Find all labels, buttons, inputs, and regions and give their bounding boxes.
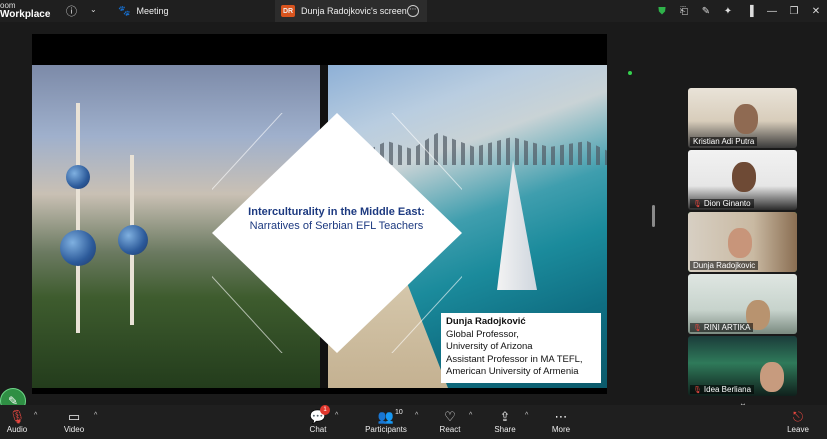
annotate-icon[interactable]: ✎ — [695, 6, 717, 17]
participant-name-label: 🎙 RINI ARTIKA — [690, 323, 754, 332]
video-camera-icon: ▭ — [67, 409, 81, 424]
video-tile[interactable]: Kristian Adi Putra — [688, 88, 797, 148]
more-options-icon[interactable]: ⋯ — [407, 5, 419, 17]
app-logo: oom Workplace — [0, 1, 51, 20]
tower-sphere — [118, 225, 148, 255]
more-icon: ⋯ — [554, 409, 568, 424]
resize-handle[interactable] — [652, 205, 655, 227]
sparkle-icon[interactable]: ✦ — [717, 6, 739, 17]
participants-count: 10 — [395, 409, 403, 416]
mic-muted-icon: 🎙 — [693, 386, 702, 394]
window-controls: ⛊ ⎗ ✎ ✦ ▐ — ❐ ✕ — [651, 0, 827, 22]
video-tile[interactable]: 🎙 RINI ARTIKA — [688, 274, 797, 334]
heart-icon: ♡ — [444, 409, 456, 424]
restore-icon[interactable]: ❐ — [783, 6, 805, 17]
video-options-caret[interactable]: ^ — [94, 412, 97, 419]
participant-gallery: Kristian Adi Putra 🎙 Dion Ginanto Dunja R… — [688, 88, 798, 410]
info-icon[interactable]: ⓘ — [66, 3, 77, 19]
share-options-caret[interactable]: ^ — [525, 412, 528, 419]
presenter-line: University of Arizona — [446, 341, 533, 352]
react-options-caret[interactable]: ^ — [469, 412, 472, 419]
tab-screen-label: Dunja Radojkovic's screen — [301, 6, 407, 16]
presenter-line: American University of Armenia — [446, 366, 579, 377]
layout-icon[interactable]: ▐ — [739, 6, 761, 17]
video-button[interactable]: ▭ Video — [62, 408, 86, 434]
share-screen-icon: ⇪ — [499, 409, 511, 424]
tower-sphere — [66, 165, 90, 189]
shield-icon[interactable]: ⛊ — [651, 6, 673, 17]
presenter-info-box: Dunja Radojković Global Professor, Unive… — [441, 313, 601, 383]
tower-shape — [76, 103, 80, 333]
audio-button[interactable]: 🎙 Audio — [6, 408, 28, 434]
slide-title: Interculturality in the Middle East: Nar… — [248, 206, 425, 232]
participant-name-label: Kristian Adi Putra — [690, 137, 758, 146]
meeting-toolbar: 🎙 Audio ^ ▭ Video ^ 💬 Chat 1 ^ 👥 Partici… — [0, 405, 827, 439]
participant-video — [734, 104, 758, 134]
participant-video — [728, 228, 752, 258]
participants-options-caret[interactable]: ^ — [415, 412, 418, 419]
leave-icon: ⎋ — [792, 409, 804, 424]
close-icon[interactable]: ✕ — [805, 6, 827, 17]
participant-video — [732, 162, 756, 192]
tower-sphere — [60, 230, 96, 266]
tab-shared-screen[interactable]: DR Dunja Radojkovic's screen ⋯ — [275, 0, 427, 22]
paw-icon: 🐾 — [118, 5, 131, 17]
presenter-line: Global Professor, — [446, 328, 519, 340]
video-tile[interactable]: 🎙 Idea Berliana — [688, 336, 797, 396]
mic-muted-icon: 🎙 — [693, 200, 702, 208]
mic-muted-icon: 🎙 — [693, 324, 702, 332]
presenter-name: Dunja Radojković — [446, 316, 526, 327]
presenter-line: Assistant Professor in MA TEFL, — [446, 353, 583, 365]
leave-button[interactable]: ⎋ Leave — [786, 408, 810, 434]
participant-name-label: 🎙 Idea Berliana — [690, 385, 755, 394]
participant-name-label: Dunja Radojkovic — [690, 261, 759, 270]
shared-screen: Interculturality in the Middle East: Nar… — [32, 34, 632, 394]
participant-video — [760, 362, 784, 392]
whiteboard-icon[interactable]: ⎗ — [673, 6, 695, 17]
recording-indicator — [628, 71, 632, 75]
share-button[interactable]: ⇪ Share — [493, 408, 517, 434]
title-diamond — [212, 113, 462, 353]
minimize-icon[interactable]: — — [761, 6, 783, 17]
tab-meeting-label: Meeting — [136, 6, 169, 16]
mic-muted-icon: 🎙 — [8, 409, 26, 424]
title-bar: oom Workplace ⓘ ⌄ 🐾 Meeting DR Dunja Rad… — [0, 0, 827, 22]
meeting-stage: Interculturality in the Middle East: Nar… — [0, 22, 827, 414]
presentation-slide: Interculturality in the Middle East: Nar… — [32, 65, 607, 388]
chevron-down-icon[interactable]: ⌄ — [90, 5, 97, 14]
tab-meeting[interactable]: 🐾 Meeting — [118, 0, 273, 22]
video-tile[interactable]: 🎙 Dion Ginanto — [688, 150, 797, 210]
chat-unread-badge: 1 — [320, 405, 330, 415]
chat-options-caret[interactable]: ^ — [335, 412, 338, 419]
participant-name-label: 🎙 Dion Ginanto — [690, 199, 754, 208]
audio-options-caret[interactable]: ^ — [34, 412, 37, 419]
video-tile-active-speaker[interactable]: Dunja Radojkovic — [688, 212, 797, 272]
more-button[interactable]: ⋯ More — [549, 408, 573, 434]
react-button[interactable]: ♡ React — [438, 408, 462, 434]
avatar-badge: DR — [281, 5, 295, 17]
